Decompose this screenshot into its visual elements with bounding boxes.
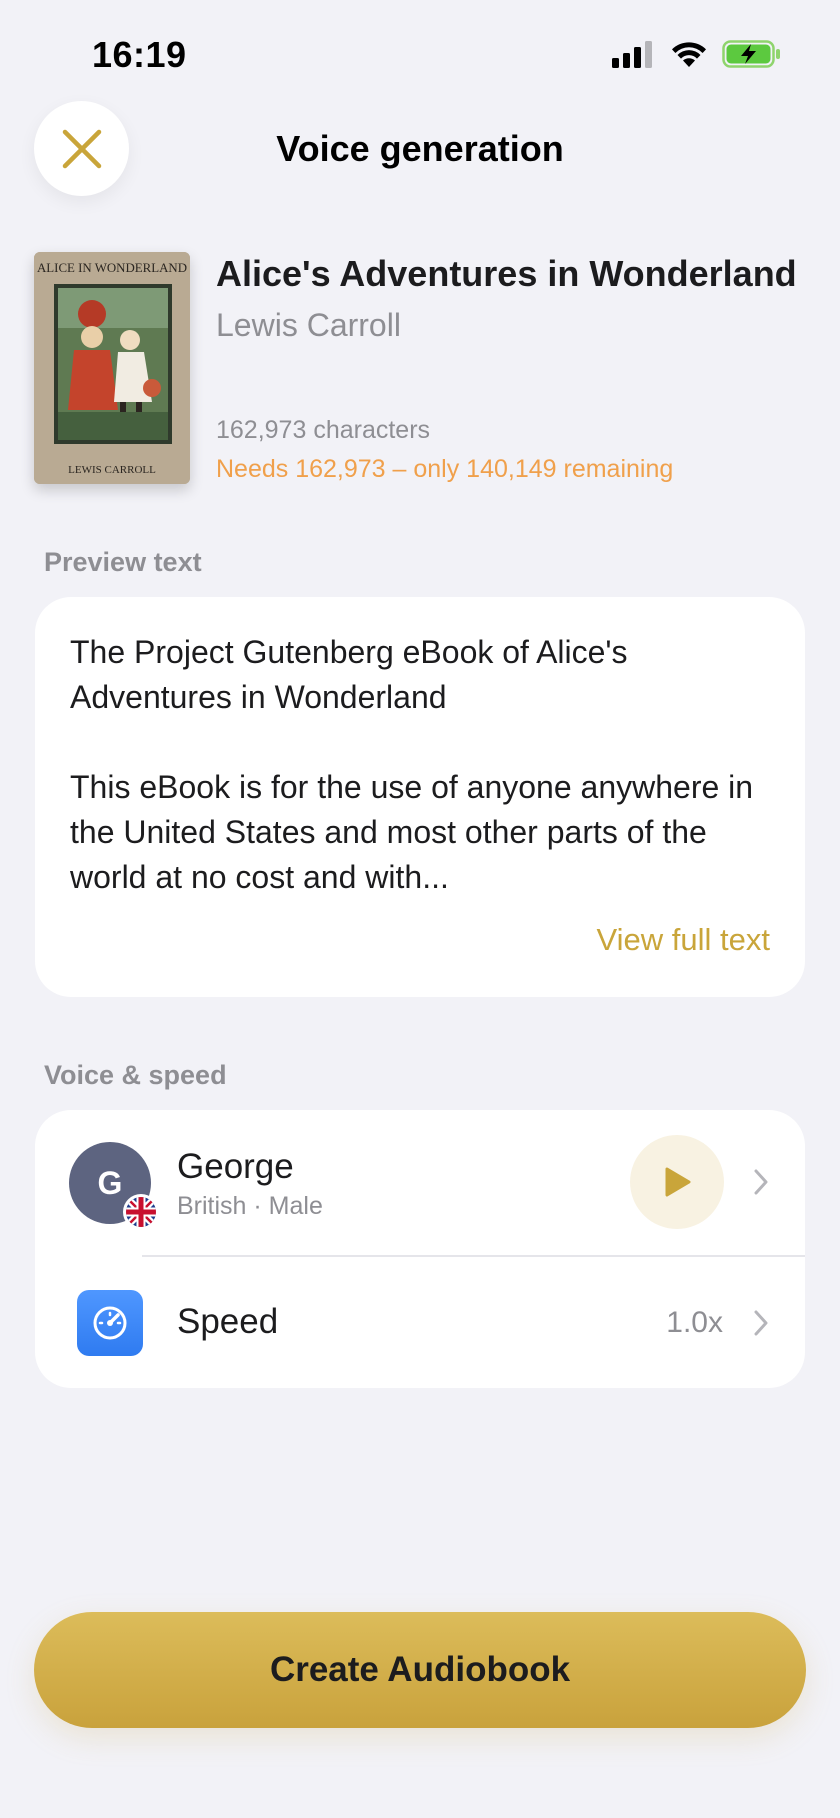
character-warning: Needs 162,973 – only 140,149 remaining [216,455,674,483]
speed-label: Speed [177,1302,279,1341]
view-full-text-link[interactable]: View full text [597,922,770,958]
battery-charging-icon [722,40,780,68]
speedometer-icon [77,1290,143,1356]
character-count: 162,973 characters [216,416,431,444]
play-preview-button[interactable] [630,1135,724,1229]
cellular-signal-icon [612,41,652,68]
cover-title-text: ALICE IN WONDERLAND [37,260,187,275]
book-title: Alice's Adventures in Wonderland [216,253,797,294]
book-author: Lewis Carroll [216,307,401,343]
chevron-right-icon [754,1310,768,1336]
status-time: 16:19 [92,34,187,75]
preview-paragraph-2: This eBook is for the use of anyone anyw… [70,769,754,895]
voice-speed-card: G George British · Male Speed 1.0x [35,1110,805,1388]
chevron-right-icon [754,1169,768,1195]
page-title: Voice generation [276,128,564,169]
row-divider [142,1255,805,1257]
voice-name: George [177,1147,294,1186]
uk-flag-icon [123,1194,159,1230]
status-bar: 16:19 [0,0,840,110]
play-icon [665,1167,691,1197]
status-icons [612,40,782,68]
voice-section-label: Voice & speed [44,1060,227,1090]
voice-description: British · Male [177,1192,323,1220]
cover-author-text: LEWIS CARROLL [68,464,156,476]
speed-value: 1.0x [666,1306,723,1339]
wifi-icon [672,42,706,67]
create-audiobook-button[interactable]: Create Audiobook [34,1612,806,1728]
preview-paragraph-1: The Project Gutenberg eBook of Alice's A… [70,634,628,715]
book-cover: ALICE IN WONDERLAND LEWIS CARROLL [34,252,190,484]
preview-card: The Project Gutenberg eBook of Alice's A… [35,597,805,997]
screen: 16:19 Voice generation ALICE IN WONDERLA… [0,0,840,1818]
preview-section-label: Preview text [44,547,202,577]
